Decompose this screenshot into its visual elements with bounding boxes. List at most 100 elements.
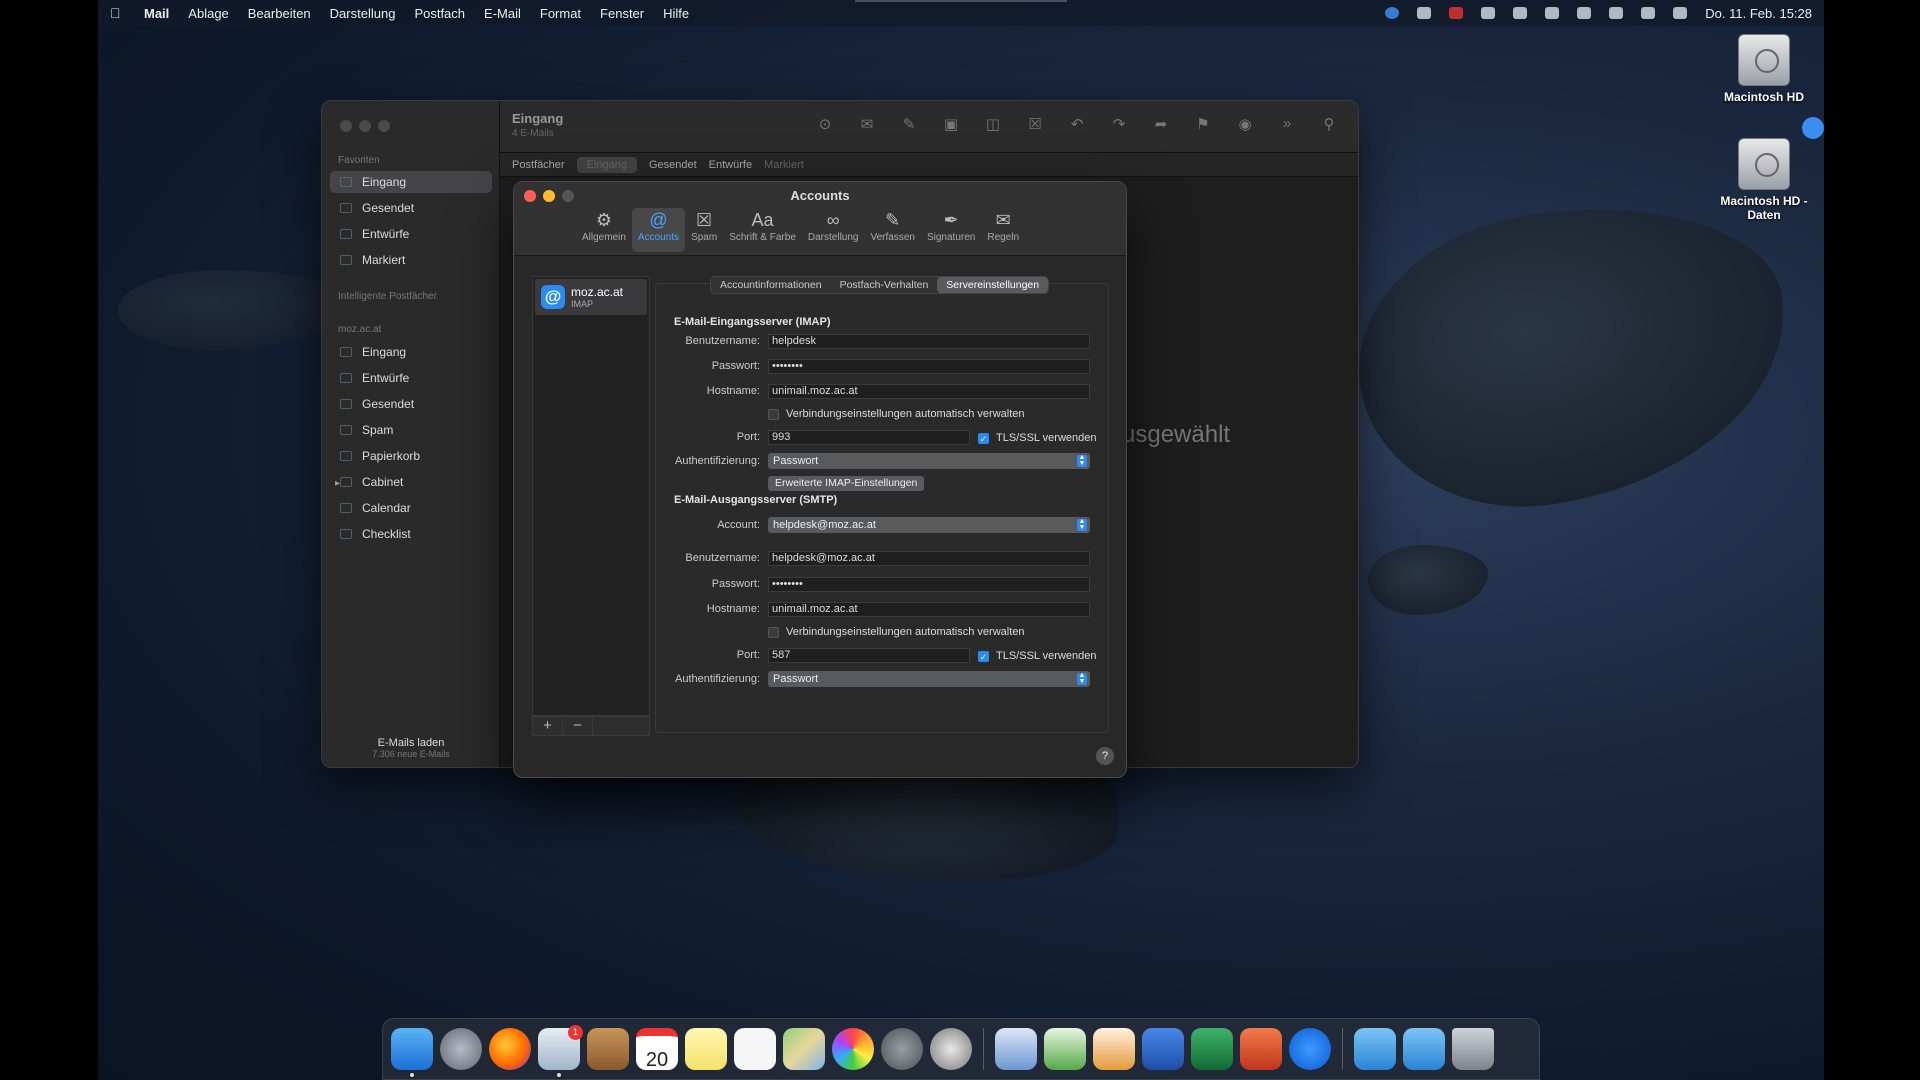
- zoom-button[interactable]: [378, 120, 390, 132]
- sidebar-item-gesendet[interactable]: Gesendet: [330, 197, 492, 219]
- folder-icon[interactable]: [1403, 1028, 1445, 1070]
- menu-ablage[interactable]: Ablage: [188, 6, 228, 21]
- keynote-icon[interactable]: [995, 1028, 1037, 1070]
- smtp-user-field[interactable]: helpdesk@moz.ac.at: [768, 551, 1090, 566]
- pages-icon[interactable]: [1093, 1028, 1135, 1070]
- imap-password-field[interactable]: ••••••••: [768, 359, 1090, 374]
- advanced-imap-button[interactable]: Erweiterte IMAP-Einstellungen: [768, 476, 925, 491]
- subtab-servereinstellungen[interactable]: Servereinstellungen: [937, 277, 1049, 293]
- sidebar-item-acc-spam[interactable]: Spam: [330, 419, 492, 441]
- tab-allgemein[interactable]: ⚙ Allgemein: [576, 208, 632, 252]
- calendar-icon[interactable]: 20: [636, 1028, 678, 1071]
- user-tray-icon[interactable]: [1481, 7, 1496, 19]
- tab-schrift-farbe[interactable]: Aa Schrift & Farbe: [723, 208, 802, 252]
- control-center-icon[interactable]: [1673, 7, 1688, 19]
- favbar-markiert[interactable]: Markiert: [764, 159, 804, 171]
- bluetooth-tray-icon[interactable]: [1545, 7, 1560, 19]
- flag-icon[interactable]: ⚑: [1190, 115, 1216, 137]
- wifi-tray-icon[interactable]: [1577, 7, 1592, 19]
- tab-accounts[interactable]: @ Accounts: [631, 208, 686, 252]
- utility-app-icon[interactable]: [930, 1028, 972, 1070]
- smtp-account-select[interactable]: helpdesk@moz.ac.at ▲ ▼: [768, 517, 1090, 533]
- help-button[interactable]: ?: [1096, 747, 1114, 765]
- sidebar-item-acc-gesendet[interactable]: Gesendet: [330, 393, 492, 415]
- smtp-auto-checkbox[interactable]: Verbindungseinstellungen automatisch ver…: [768, 626, 1025, 638]
- imap-user-field[interactable]: helpdesk: [768, 334, 1090, 349]
- menu-app-mail[interactable]: Mail: [144, 6, 169, 21]
- close-button[interactable]: [340, 120, 352, 132]
- menu-fenster[interactable]: Fenster: [600, 6, 644, 21]
- smtp-host-field[interactable]: unimail.moz.ac.at: [768, 602, 1090, 617]
- tab-regeln[interactable]: ✉ Regeln: [981, 208, 1025, 252]
- menu-email[interactable]: E-Mail: [484, 6, 521, 21]
- menu-darstellung[interactable]: Darstellung: [330, 6, 396, 21]
- downloads-folder-icon[interactable]: [1354, 1028, 1396, 1070]
- minimize-button[interactable]: [359, 120, 371, 132]
- notification-icon[interactable]: ◉: [1232, 115, 1258, 137]
- finder-icon[interactable]: [391, 1028, 433, 1077]
- reply-icon[interactable]: ↶: [1064, 115, 1090, 137]
- menu-postfach[interactable]: Postfach: [414, 6, 465, 21]
- search-icon[interactable]: ⚲: [1316, 115, 1342, 137]
- trash-icon[interactable]: [1452, 1028, 1494, 1070]
- menu-format[interactable]: Format: [540, 6, 581, 21]
- filter-icon[interactable]: ⊙: [812, 115, 838, 137]
- sidebar-item-eingang[interactable]: Eingang: [330, 171, 492, 193]
- smtp-auth-select[interactable]: Passwort ▲ ▼: [768, 671, 1090, 687]
- favbar-gesendet[interactable]: Gesendet: [649, 159, 697, 171]
- user-switch-tray-icon[interactable]: [1609, 7, 1624, 19]
- system-preferences-icon[interactable]: [881, 1028, 923, 1070]
- imap-host-field[interactable]: unimail.moz.ac.at: [768, 384, 1090, 399]
- get-mail-icon[interactable]: ✉: [854, 115, 880, 137]
- imap-tls-checkbox[interactable]: ✓ TLS/SSL verwenden: [978, 432, 1096, 444]
- add-account-button[interactable]: +: [533, 717, 563, 735]
- desktop-disk-macintosh-hd[interactable]: Macintosh HD: [1704, 34, 1824, 104]
- menu-hilfe[interactable]: Hilfe: [663, 6, 689, 21]
- sidebar-item-acc-calendar[interactable]: Calendar: [330, 497, 492, 519]
- photos-icon[interactable]: [832, 1028, 874, 1070]
- sidebar-item-entwuerfe[interactable]: Entwürfe: [330, 223, 492, 245]
- apple-menu-icon[interactable]: : [110, 5, 124, 21]
- excel-icon[interactable]: [1191, 1028, 1233, 1070]
- reply-all-icon[interactable]: ↷: [1106, 115, 1132, 137]
- remove-account-button[interactable]: −: [563, 717, 593, 735]
- powerpoint-icon[interactable]: [1240, 1028, 1282, 1070]
- sidebar-item-acc-cabinet[interactable]: Cabinet: [330, 471, 492, 493]
- imap-port-field[interactable]: 993: [768, 430, 970, 445]
- imap-auto-checkbox[interactable]: Verbindungseinstellungen automatisch ver…: [768, 408, 1025, 420]
- teamviewer-desktop-badge-icon[interactable]: [1802, 117, 1824, 139]
- flag-tray-icon[interactable]: [1449, 7, 1464, 19]
- numbers-icon[interactable]: [1044, 1028, 1086, 1070]
- word-icon[interactable]: [1142, 1028, 1184, 1070]
- teamviewer-icon[interactable]: [1289, 1028, 1331, 1070]
- sidebar-item-acc-entwuerfe[interactable]: Entwürfe: [330, 367, 492, 389]
- mail-icon[interactable]: 1: [538, 1025, 583, 1077]
- sidebar-item-markiert[interactable]: Markiert: [330, 249, 492, 271]
- menu-bearbeiten[interactable]: Bearbeiten: [248, 6, 311, 21]
- launchpad-icon[interactable]: [440, 1028, 482, 1070]
- menu-clock[interactable]: Do. 11. Feb. 15:28: [1705, 6, 1812, 21]
- tab-verfassen[interactable]: ✎ Verfassen: [864, 208, 920, 252]
- more-icon[interactable]: »: [1274, 115, 1300, 137]
- favbar-eingang[interactable]: Eingang: [576, 156, 637, 173]
- subtab-accountinformationen[interactable]: Accountinformationen: [711, 277, 831, 293]
- notes-icon[interactable]: [685, 1028, 727, 1070]
- account-item-moz[interactable]: @ moz.ac.at IMAP: [535, 279, 647, 315]
- junk-icon[interactable]: ☒: [1022, 115, 1048, 137]
- sidebar-item-acc-eingang[interactable]: Eingang: [330, 341, 492, 363]
- smtp-password-field[interactable]: ••••••••: [768, 577, 1090, 592]
- tab-signaturen[interactable]: ✒ Signaturen: [921, 208, 981, 252]
- compose-icon[interactable]: ✎: [896, 115, 922, 137]
- maps-icon[interactable]: [783, 1028, 825, 1070]
- tab-spam[interactable]: ☒ Spam: [685, 208, 723, 252]
- firefox-icon[interactable]: [489, 1028, 531, 1070]
- favbar-postfaecher[interactable]: Postfächer: [512, 159, 565, 171]
- desktop-disk-macintosh-hd-daten[interactable]: Macintosh HD - Daten: [1704, 138, 1824, 222]
- spotlight-search-icon[interactable]: [1641, 7, 1656, 19]
- delete-icon[interactable]: ◫: [980, 115, 1006, 137]
- archive-icon[interactable]: ▣: [938, 115, 964, 137]
- sidebar-item-acc-checklist[interactable]: Checklist: [330, 523, 492, 545]
- forward-icon[interactable]: ➦: [1148, 115, 1174, 137]
- printer-tray-icon[interactable]: [1417, 7, 1432, 19]
- teamviewer-tray-icon[interactable]: [1385, 7, 1400, 19]
